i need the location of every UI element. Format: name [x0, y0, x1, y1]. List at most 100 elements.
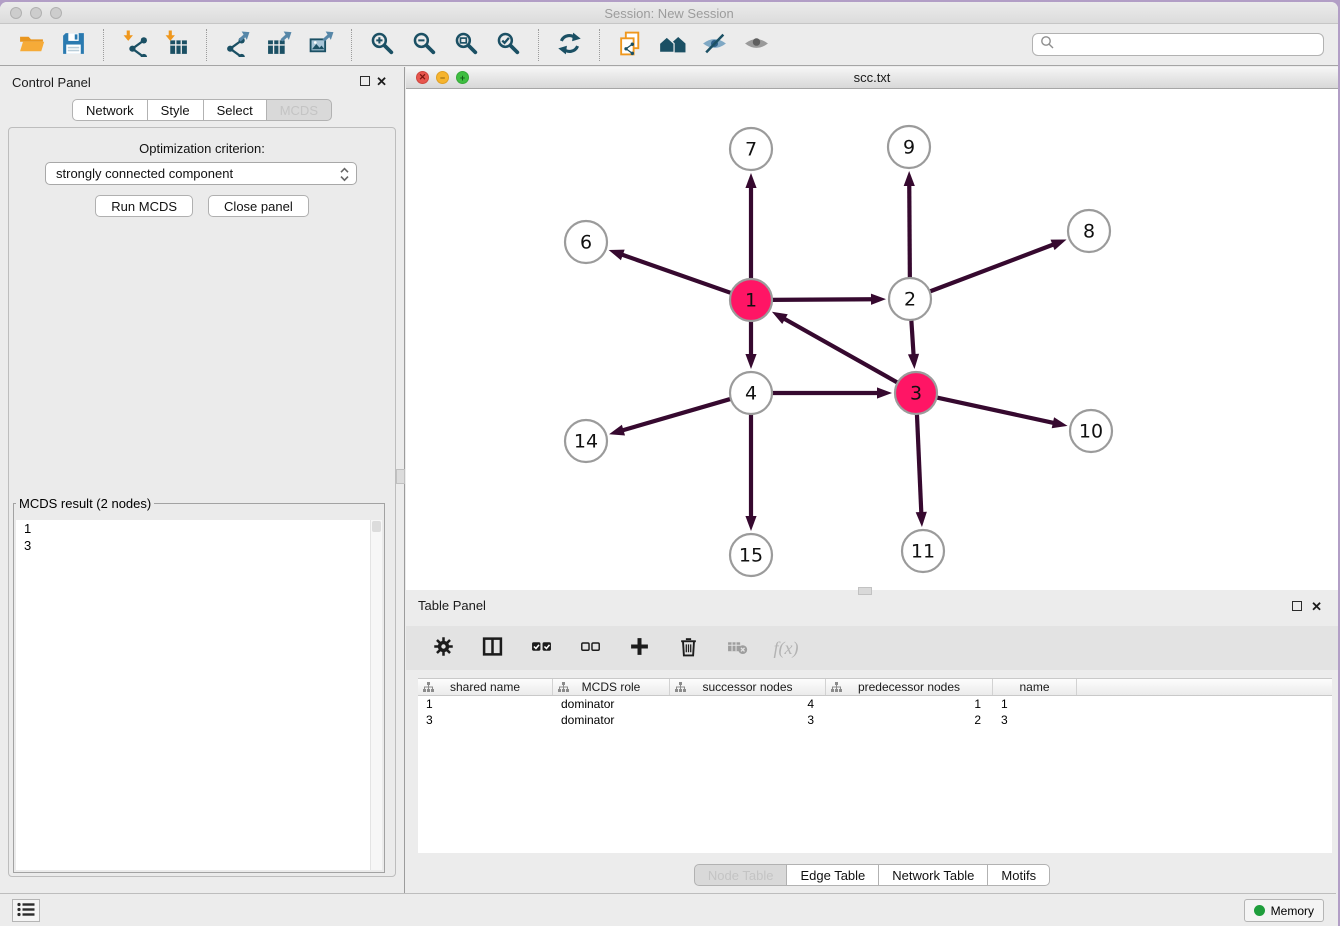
tab-mcds[interactable]: MCDS — [266, 99, 332, 121]
graph-edge-4-14[interactable] — [609, 398, 733, 435]
import-network-button[interactable] — [119, 28, 149, 62]
cell-name[interactable]: 1 — [993, 696, 1077, 712]
cell-successor-nodes[interactable]: 3 — [670, 712, 826, 728]
table-panel: Table Panel ✕ f(x) shared nameMCDS roles… — [406, 590, 1338, 893]
mcds-result-item[interactable]: 1 — [16, 520, 382, 537]
cell-mcds-role[interactable]: dominator — [553, 696, 670, 712]
table-row[interactable]: 3dominator323 — [418, 712, 1332, 728]
close-panel-button[interactable]: Close panel — [208, 195, 309, 217]
graph-edge-2-9[interactable] — [904, 171, 915, 280]
search-field[interactable] — [1032, 33, 1324, 56]
cell-shared-name[interactable]: 3 — [418, 712, 553, 728]
graph-node-1[interactable]: 1 — [730, 279, 772, 321]
table-tab-edge-table[interactable]: Edge Table — [786, 864, 879, 886]
task-history-button[interactable] — [12, 899, 40, 922]
graph-edge-3-1[interactable] — [772, 312, 900, 384]
graph-node-8[interactable]: 8 — [1068, 210, 1110, 252]
export-image-button[interactable] — [306, 28, 336, 62]
graph-edge-4-3[interactable] — [770, 387, 892, 398]
graph-edge-1-2[interactable] — [770, 294, 886, 305]
graph-node-10[interactable]: 10 — [1070, 410, 1112, 452]
column-header-name[interactable]: name — [993, 679, 1077, 695]
import-table-button[interactable] — [161, 28, 191, 62]
graph-node-9[interactable]: 9 — [888, 126, 930, 168]
deselect-all-rows-button[interactable] — [575, 633, 605, 663]
zoom-fit-button[interactable] — [451, 28, 481, 62]
tab-select[interactable]: Select — [203, 99, 267, 121]
hide-selected-button[interactable] — [699, 28, 729, 62]
delete-column-button[interactable] — [673, 633, 703, 663]
cell-mcds-role[interactable]: dominator — [553, 712, 670, 728]
graph-node-6[interactable]: 6 — [565, 221, 607, 263]
graph-edge-3-10[interactable] — [935, 397, 1068, 428]
vertical-splitter-handle[interactable] — [396, 469, 405, 484]
shared-column-icon — [558, 682, 569, 696]
graph-edge-1-6[interactable] — [609, 250, 733, 294]
table-row[interactable]: 1dominator411 — [418, 696, 1332, 712]
close-panel-icon[interactable]: ✕ — [376, 75, 387, 88]
graph-node-2[interactable]: 2 — [889, 278, 931, 320]
table-settings-button[interactable] — [428, 633, 458, 663]
graph-node-3[interactable]: 3 — [895, 372, 937, 414]
result-scrollbar-thumb[interactable] — [372, 521, 381, 532]
column-header-successor-nodes[interactable]: successor nodes — [670, 679, 826, 695]
graph-edge-1-4[interactable] — [745, 319, 756, 369]
split-panel-button[interactable] — [477, 633, 507, 663]
mcds-result-list[interactable]: 13 — [16, 520, 382, 870]
search-input[interactable] — [1059, 36, 1316, 53]
result-scrollbar[interactable] — [370, 520, 382, 870]
graph-edge-1-7[interactable] — [745, 173, 756, 281]
save-session-button[interactable] — [58, 28, 88, 62]
network-graph[interactable]: 7 9 6 8 1 2 4 3 14 10 15 11 — [406, 90, 1338, 591]
horizontal-splitter-handle[interactable] — [858, 587, 872, 595]
memory-button[interactable]: Memory — [1244, 899, 1324, 922]
graph-node-15[interactable]: 15 — [730, 534, 772, 576]
graph-node-11[interactable]: 11 — [902, 530, 944, 572]
save-session-icon — [60, 30, 87, 60]
select-all-rows-button[interactable] — [526, 633, 556, 663]
network-canvas[interactable]: 7 9 6 8 1 2 4 3 14 10 15 11 — [406, 90, 1338, 590]
column-header-shared-name[interactable]: shared name — [418, 679, 553, 695]
table-close-panel-icon[interactable]: ✕ — [1311, 600, 1322, 613]
control-panel-title: Control Panel — [12, 75, 91, 90]
open-session-button[interactable] — [16, 28, 46, 62]
table-tab-node-table[interactable]: Node Table — [694, 864, 788, 886]
list-icon — [17, 902, 35, 920]
table-tab-motifs[interactable]: Motifs — [987, 864, 1050, 886]
cell-predecessor-nodes[interactable]: 1 — [826, 696, 993, 712]
cell-successor-nodes[interactable]: 4 — [670, 696, 826, 712]
network-window-titlebar: ✕ − + scc.txt — [406, 67, 1338, 89]
zoom-in-button[interactable] — [367, 28, 397, 62]
mcds-result-item[interactable]: 3 — [16, 537, 382, 554]
duplicate-network-button[interactable] — [615, 28, 645, 62]
run-mcds-button[interactable]: Run MCDS — [95, 195, 193, 217]
export-network-button[interactable] — [222, 28, 252, 62]
graph-node-7[interactable]: 7 — [730, 128, 772, 170]
float-panel-icon[interactable] — [360, 76, 370, 86]
table-float-panel-icon[interactable] — [1292, 601, 1302, 611]
graph-edge-4-15[interactable] — [745, 412, 756, 531]
cell-name[interactable]: 3 — [993, 712, 1077, 728]
graph-edge-3-11[interactable] — [916, 412, 927, 527]
tab-style[interactable]: Style — [147, 99, 204, 121]
refresh-view-button[interactable] — [554, 28, 584, 62]
graph-node-4[interactable]: 4 — [730, 372, 772, 414]
show-all-button[interactable] — [741, 28, 771, 62]
add-column-button[interactable] — [624, 633, 654, 663]
graph-edge-2-8[interactable] — [928, 240, 1067, 293]
graph-node-14[interactable]: 14 — [565, 420, 607, 462]
criterion-select[interactable]: strongly connected component — [45, 162, 357, 185]
table-panel-title: Table Panel — [418, 598, 486, 613]
column-header-predecessor-nodes[interactable]: predecessor nodes — [826, 679, 993, 695]
table-tab-network-table[interactable]: Network Table — [878, 864, 988, 886]
export-table-button[interactable] — [264, 28, 294, 62]
open-session-icon — [18, 30, 45, 60]
cell-predecessor-nodes[interactable]: 2 — [826, 712, 993, 728]
column-header-mcds-role[interactable]: MCDS role — [553, 679, 670, 695]
tab-network[interactable]: Network — [72, 99, 148, 121]
cell-shared-name[interactable]: 1 — [418, 696, 553, 712]
graph-edge-2-3[interactable] — [908, 318, 919, 369]
zoom-out-button[interactable] — [409, 28, 439, 62]
first-neighbors-button[interactable] — [657, 28, 687, 62]
zoom-selected-button[interactable] — [493, 28, 523, 62]
